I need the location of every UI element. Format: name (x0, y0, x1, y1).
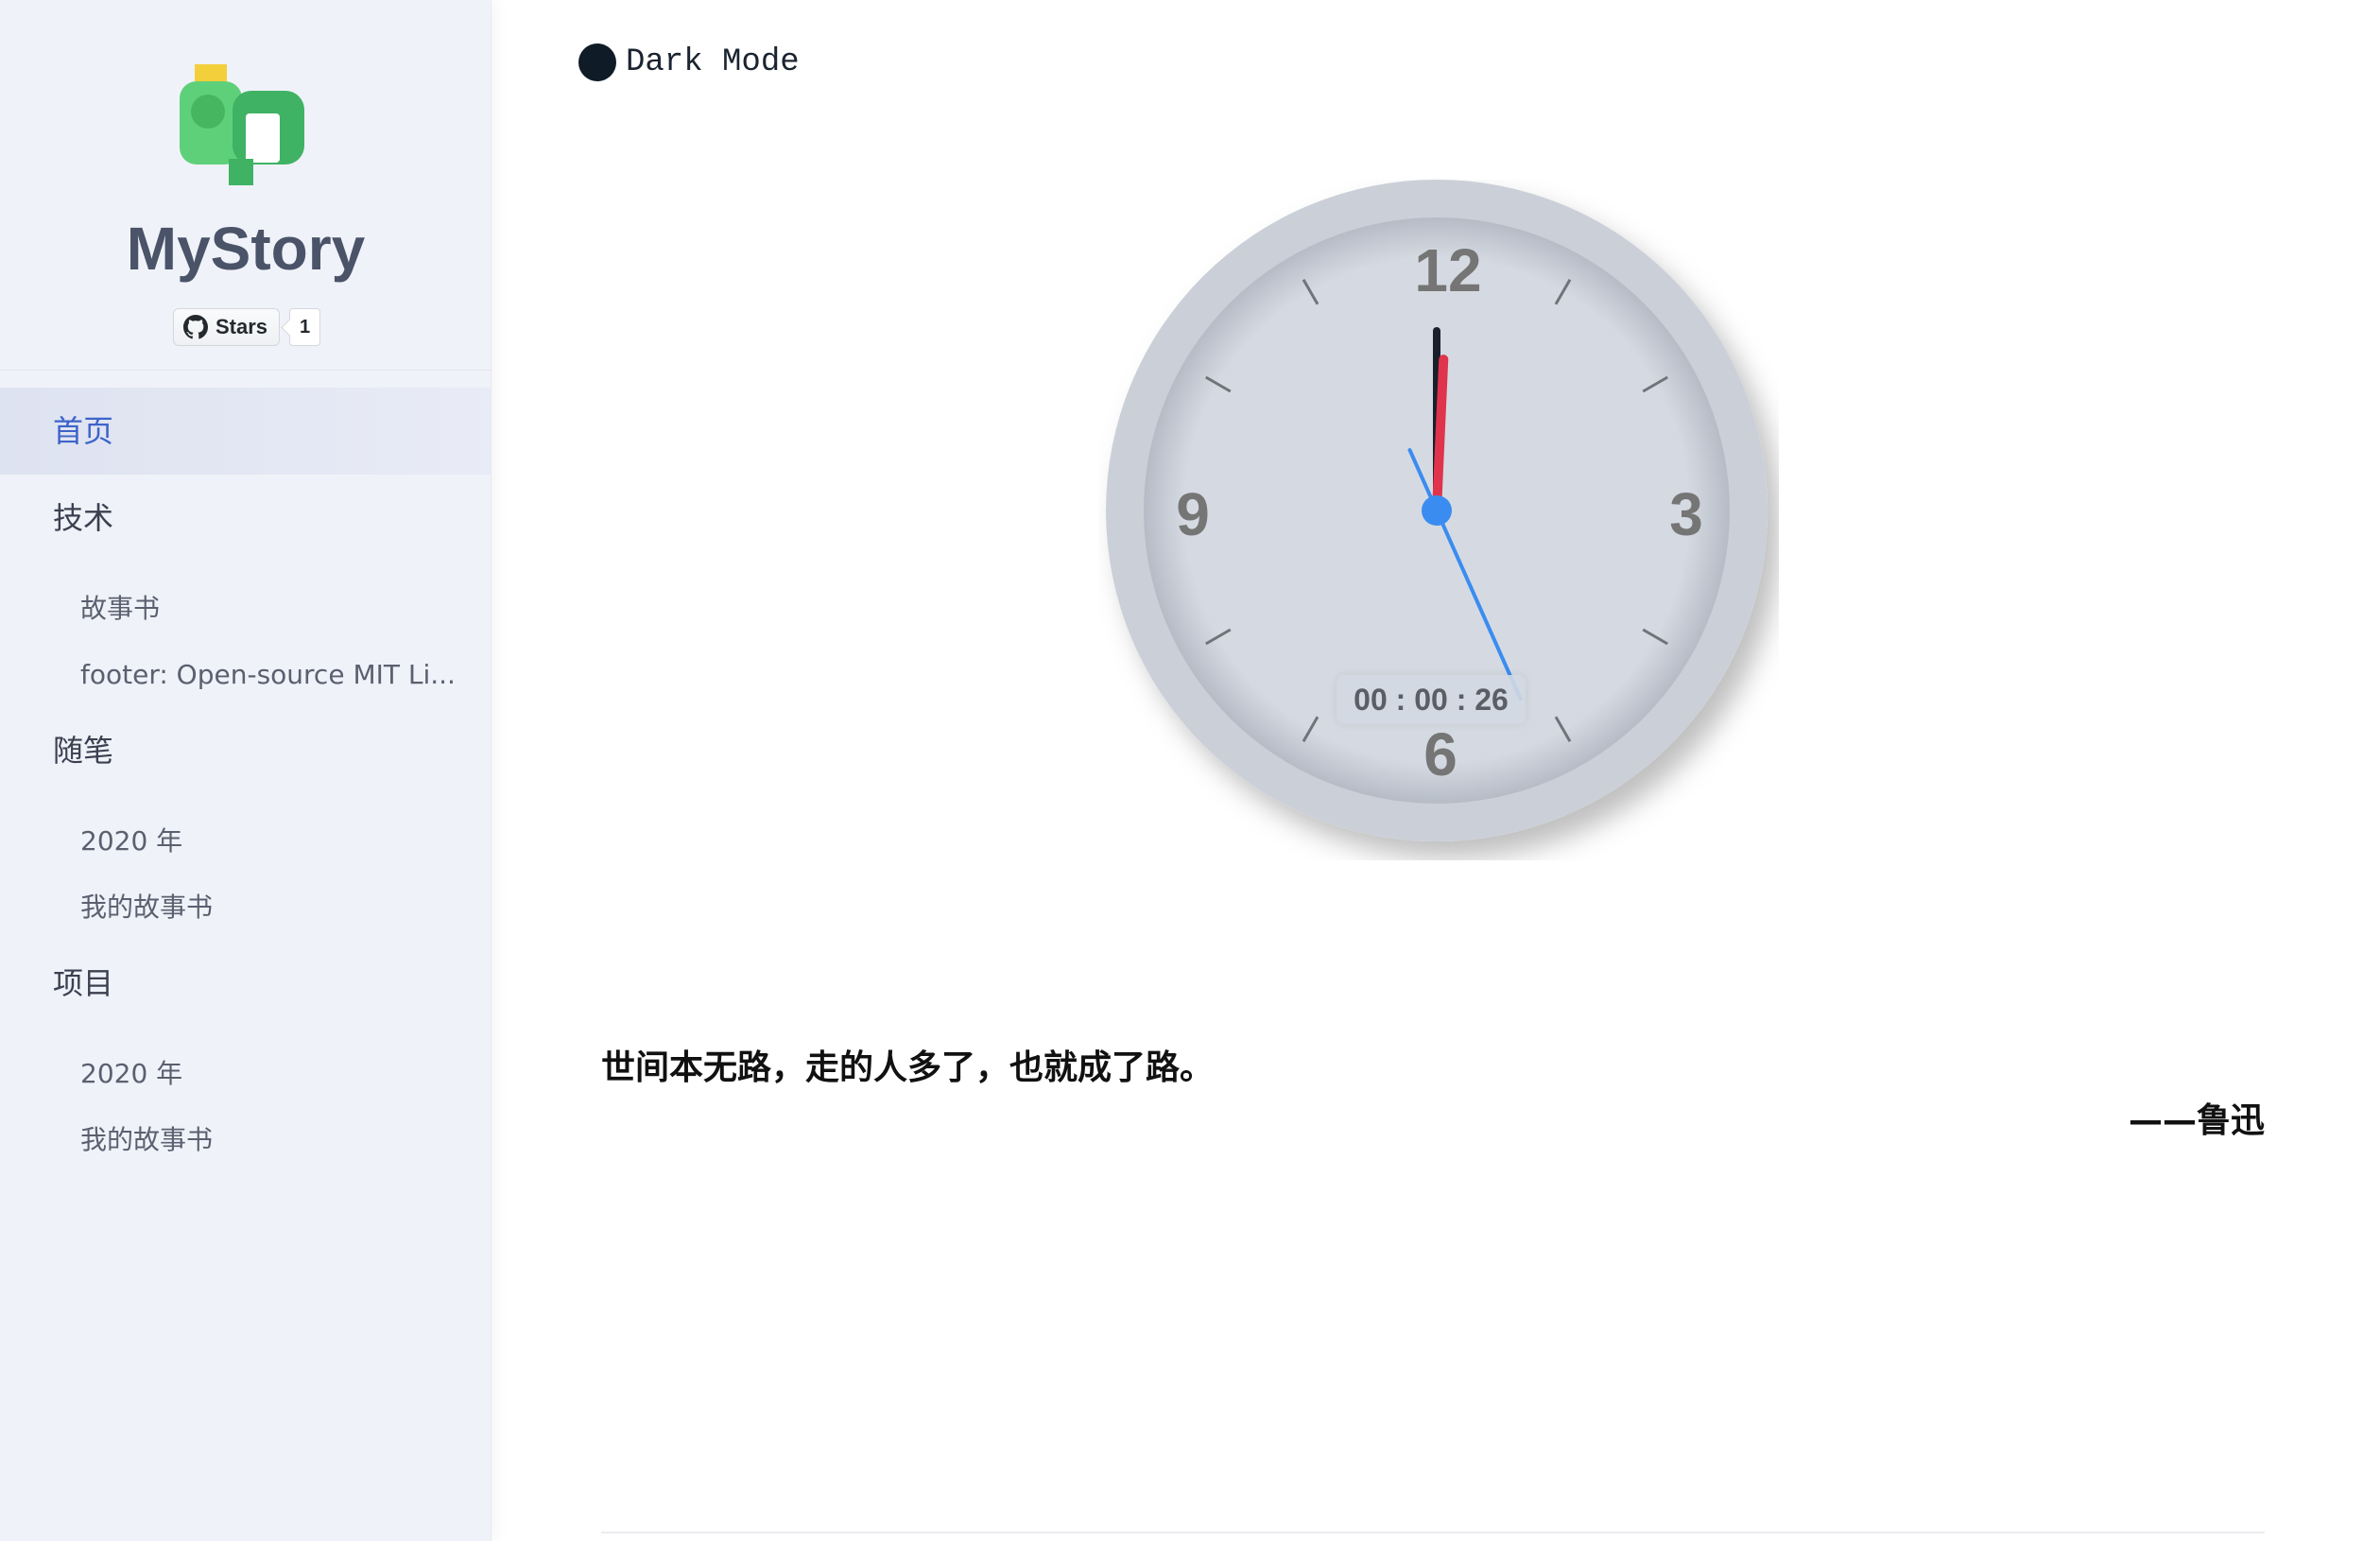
main-content: Dark Mode 12 3 6 9 00 : 00 : 26 世间本无路，走的 (493, 0, 2380, 1541)
sidebar-subitem-footer[interactable]: footer: Open-source MIT Li... (0, 647, 492, 703)
sidebar-subitem-projects-storybook[interactable]: 我的故事书 (0, 1112, 492, 1169)
sidebar-item-tech[interactable]: 技术 (0, 475, 492, 562)
brand-header: MyStory Stars 1 (0, 0, 492, 371)
site-title[interactable]: MyStory (0, 216, 492, 283)
numeral-9: 9 (1176, 480, 1210, 548)
moon-dot-icon[interactable] (578, 43, 616, 81)
numeral-3: 3 (1669, 480, 1703, 548)
quote-author: ——鲁迅 (2128, 1101, 2265, 1140)
clock-face: 12 3 6 9 (1106, 180, 1768, 841)
dark-mode-toggle[interactable]: Dark Mode (578, 43, 800, 81)
github-stars-label: Stars (216, 315, 268, 338)
sidebar-subitem-my-storybook[interactable]: 我的故事书 (0, 879, 492, 936)
sidebar-item-essays[interactable]: 随笔 (0, 707, 492, 794)
dark-mode-label[interactable]: Dark Mode (626, 44, 800, 80)
sidebar-item-home[interactable]: 首页 (0, 388, 492, 475)
numeral-12: 12 (1414, 236, 1481, 304)
sidebar-subitem-projects-2020[interactable]: 2020 年 (0, 1046, 492, 1102)
mailbox-logo-icon[interactable] (178, 61, 310, 189)
sidebar-subitem-storybook[interactable]: 故事书 (0, 580, 492, 637)
github-icon (183, 315, 208, 339)
github-stars-badge[interactable]: Stars 1 (173, 308, 321, 346)
numeral-6: 6 (1423, 720, 1457, 788)
github-stars-count[interactable]: 1 (289, 308, 321, 346)
digital-time-readout: 00 : 00 : 26 (1337, 675, 1526, 724)
sidebar-subitem-2020[interactable]: 2020 年 (0, 813, 492, 870)
quote-text: 世间本无路，走的人多了，也就成了路。 (601, 1048, 1215, 1087)
analog-clock: 12 3 6 9 (1098, 180, 1779, 860)
github-stars-button[interactable]: Stars (173, 308, 281, 346)
sidebar-item-projects[interactable]: 项目 (0, 940, 492, 1027)
clock-center-pin (1422, 495, 1452, 526)
sidebar: MyStory Stars 1 首页 技术 故事书 footer: Open-s… (0, 0, 492, 1541)
footer-divider (601, 1532, 2265, 1533)
